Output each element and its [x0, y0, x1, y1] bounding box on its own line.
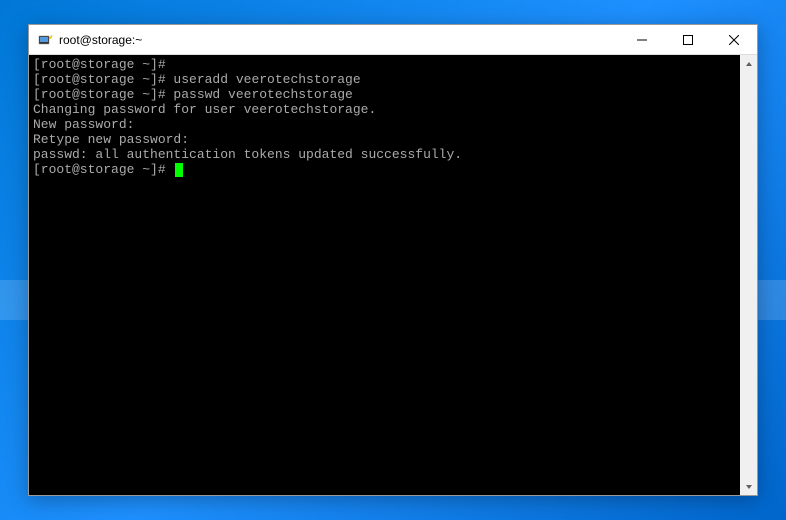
window-title: root@storage:~ — [59, 33, 619, 47]
terminal-content-wrap: [root@storage ~]#[root@storage ~]# usera… — [29, 55, 757, 495]
terminal-line: Changing password for user veerotechstor… — [33, 102, 736, 117]
terminal-output[interactable]: [root@storage ~]#[root@storage ~]# usera… — [29, 55, 740, 495]
close-button[interactable] — [711, 25, 757, 54]
scroll-up-arrow-icon[interactable] — [740, 55, 757, 72]
maximize-button[interactable] — [665, 25, 711, 54]
terminal-line: [root@storage ~]# — [33, 57, 736, 72]
putty-icon — [37, 32, 53, 48]
terminal-line: [root@storage ~]# useradd veerotechstora… — [33, 72, 736, 87]
terminal-line: New password: — [33, 117, 736, 132]
window-titlebar[interactable]: root@storage:~ — [29, 25, 757, 55]
scroll-down-arrow-icon[interactable] — [740, 478, 757, 495]
terminal-cursor — [175, 163, 183, 177]
terminal-window: root@storage:~ [root@storage ~]#[root@st… — [28, 24, 758, 496]
terminal-line: Retype new password: — [33, 132, 736, 147]
vertical-scrollbar[interactable] — [740, 55, 757, 495]
terminal-line: passwd: all authentication tokens update… — [33, 147, 736, 162]
minimize-button[interactable] — [619, 25, 665, 54]
window-controls — [619, 25, 757, 54]
terminal-line: [root@storage ~]# — [33, 162, 736, 177]
terminal-line: [root@storage ~]# passwd veerotechstorag… — [33, 87, 736, 102]
